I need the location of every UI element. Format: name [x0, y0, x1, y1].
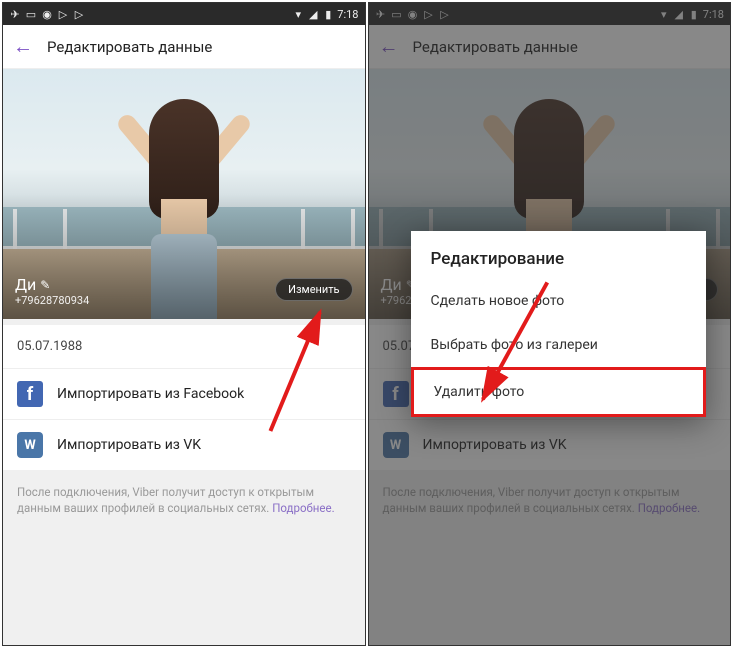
play-icon: ▷ — [57, 8, 69, 20]
import-facebook-label: Импортировать из Facebook — [57, 386, 244, 402]
vk-icon: W — [17, 432, 43, 458]
dialog-option-choose-gallery[interactable]: Выбрать фото из галереи — [411, 323, 707, 367]
profile-phone: +79628780934 — [15, 294, 89, 307]
birthday-field[interactable]: 05.07.1988 — [17, 339, 351, 354]
footer-note: После подключения, Viber получит доступ … — [3, 470, 365, 530]
app-bar: ← Редактировать данные — [3, 25, 365, 69]
status-bar: ✈ ▭ ◉ ▷ ▷ ▾ ◢ ▮ 7:18 — [3, 3, 365, 25]
import-vk-row[interactable]: W Импортировать из VK — [3, 419, 365, 470]
signal-icon: ◢ — [307, 8, 319, 20]
battery-icon: ▮ — [322, 8, 334, 20]
edit-photo-dialog: Редактирование Сделать новое фото Выбрат… — [411, 231, 707, 417]
dialog-option-take-photo[interactable]: Сделать новое фото — [411, 279, 707, 323]
wifi-icon: ▾ — [292, 8, 304, 20]
pencil-icon[interactable]: ✎ — [40, 278, 50, 292]
play-icon: ▷ — [73, 8, 85, 20]
import-facebook-row[interactable]: f Импортировать из Facebook — [3, 368, 365, 419]
card-icon: ▭ — [25, 8, 37, 20]
telegram-icon: ✈ — [9, 8, 21, 20]
profile-photo[interactable]: Ди ✎ +79628780934 Изменить — [3, 69, 365, 319]
more-link[interactable]: Подробнее. — [272, 501, 334, 515]
profile-name[interactable]: Ди — [15, 275, 36, 294]
clock: 7:18 — [337, 8, 358, 21]
dialog-option-delete-photo[interactable]: Удалить фото — [411, 367, 707, 417]
page-title: Редактировать данные — [47, 38, 212, 56]
phone-screenshot-right: ✈ ▭ ◉ ▷ ▷ ▾ ◢ ▮ 7:18 ← Редактировать дан… — [368, 2, 732, 646]
dialog-title: Редактирование — [411, 231, 707, 279]
back-icon[interactable]: ← — [13, 34, 33, 59]
viber-icon: ◉ — [41, 8, 53, 20]
import-vk-label: Импортировать из VK — [57, 437, 201, 453]
phone-screenshot-left: ✈ ▭ ◉ ▷ ▷ ▾ ◢ ▮ 7:18 ← Редактировать дан… — [2, 2, 366, 646]
facebook-icon: f — [17, 381, 43, 407]
change-photo-button[interactable]: Изменить — [275, 278, 352, 301]
